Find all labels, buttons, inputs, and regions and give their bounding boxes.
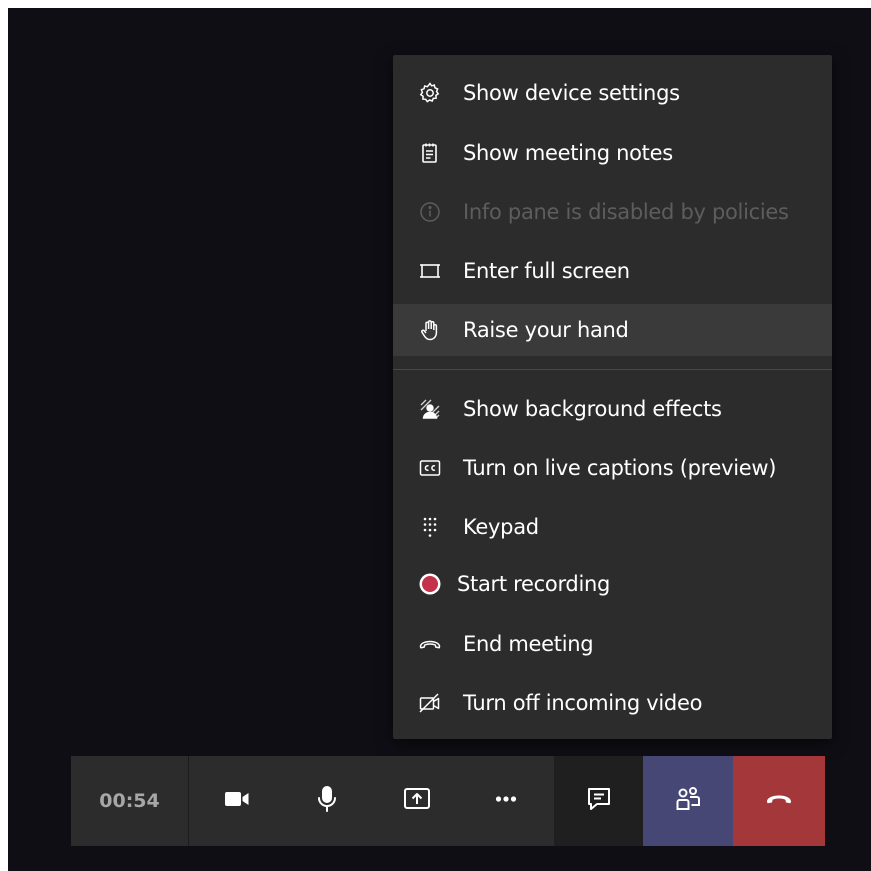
menu-item-raise-hand[interactable]: Raise your hand — [393, 304, 832, 356]
menu-item-turn-off-incoming-video[interactable]: Turn off incoming video — [393, 677, 832, 729]
menu-item-background-effects[interactable]: Show background effects — [393, 383, 832, 435]
menu-item-keypad[interactable]: Keypad — [393, 501, 832, 553]
menu-item-end-meeting[interactable]: End meeting — [393, 618, 832, 670]
more-actions-menu: Show device settings Show meeting notes — [393, 55, 832, 739]
menu-item-label: Turn off incoming video — [463, 691, 703, 715]
hang-up-icon — [764, 784, 794, 818]
menu-item-info-pane-disabled: Info pane is disabled by policies — [393, 186, 832, 238]
menu-item-label: Keypad — [463, 515, 539, 539]
gear-icon — [417, 80, 443, 106]
people-icon — [673, 784, 703, 818]
participants-button[interactable] — [643, 756, 733, 846]
end-meeting-icon — [417, 631, 443, 657]
more-icon — [491, 784, 521, 818]
video-off-icon — [417, 690, 443, 716]
notes-icon — [417, 140, 443, 166]
share-screen-icon — [402, 784, 432, 818]
menu-item-label: Show background effects — [463, 397, 722, 421]
microphone-button[interactable] — [288, 756, 365, 846]
chat-button[interactable] — [554, 756, 643, 846]
menu-item-live-captions[interactable]: Turn on live captions (preview) — [393, 442, 832, 494]
menu-item-device-settings[interactable]: Show device settings — [393, 67, 832, 119]
record-icon — [417, 571, 443, 597]
fullscreen-icon — [417, 258, 443, 284]
menu-item-meeting-notes[interactable]: Show meeting notes — [393, 127, 832, 179]
captions-icon — [417, 455, 443, 481]
call-timer: 00:54 — [71, 756, 189, 846]
raise-hand-icon — [417, 317, 443, 343]
share-screen-button[interactable] — [378, 756, 455, 846]
info-icon — [417, 199, 443, 225]
camera-icon — [222, 784, 252, 818]
menu-item-label: Show meeting notes — [463, 141, 673, 165]
menu-item-start-recording[interactable]: Start recording — [393, 558, 832, 610]
menu-item-label: Show device settings — [463, 81, 680, 105]
menu-item-label: Info pane is disabled by policies — [463, 200, 789, 224]
background-effects-icon — [417, 396, 443, 422]
menu-item-label: Raise your hand — [463, 318, 629, 342]
menu-item-label: End meeting — [463, 632, 594, 656]
meeting-stage: Show device settings Show meeting notes — [8, 8, 871, 871]
microphone-icon — [312, 784, 342, 818]
menu-item-label: Start recording — [457, 572, 611, 596]
call-controls-bar: 00:54 — [71, 756, 825, 846]
menu-item-label: Turn on live captions (preview) — [463, 456, 777, 480]
menu-item-full-screen[interactable]: Enter full screen — [393, 245, 832, 297]
hang-up-button[interactable] — [733, 756, 825, 846]
camera-button[interactable] — [198, 756, 275, 846]
keypad-icon — [417, 514, 443, 540]
menu-item-label: Enter full screen — [463, 259, 630, 283]
chat-icon — [584, 784, 614, 818]
menu-divider — [393, 369, 832, 370]
more-actions-button[interactable] — [467, 756, 544, 846]
